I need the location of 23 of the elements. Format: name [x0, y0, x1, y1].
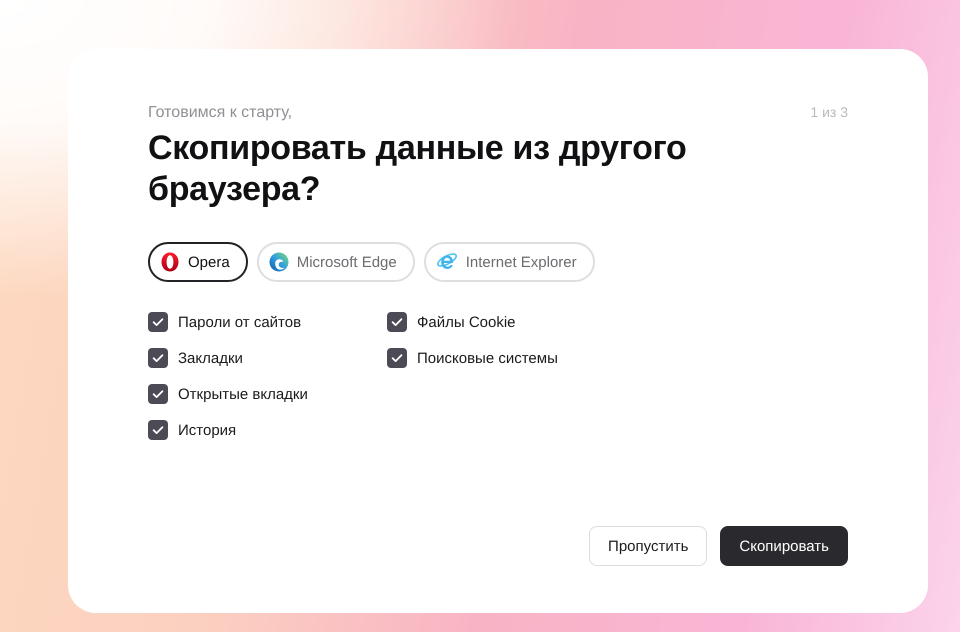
option-label: Открытые вкладки [178, 386, 308, 402]
option-label: Закладки [178, 350, 243, 366]
edge-icon [268, 252, 289, 272]
skip-button[interactable]: Пропустить [589, 526, 708, 566]
checkbox[interactable] [148, 420, 168, 440]
ie-logo-icon [436, 252, 458, 272]
copy-button[interactable]: Скопировать [720, 526, 848, 566]
browser-chip[interactable]: Internet Explorer [424, 242, 595, 282]
checkbox[interactable] [148, 348, 168, 368]
option-label: Поисковые системы [417, 350, 558, 366]
dialog-title: Скопировать данные из другого браузера? [148, 128, 688, 210]
option-label: Файлы Cookie [417, 314, 516, 330]
checkbox[interactable] [387, 348, 407, 368]
option-label: История [178, 422, 236, 438]
browser-chip[interactable]: Microsoft Edge [256, 242, 415, 282]
checkbox[interactable] [387, 312, 407, 332]
option-label: Пароли от сайтов [178, 314, 302, 330]
opera-icon [160, 252, 180, 272]
checkbox[interactable] [148, 312, 168, 332]
subtitle: Готовимся к старту, [148, 104, 292, 122]
checkbox[interactable] [148, 384, 168, 404]
step-counter: 1 из 3 [810, 104, 848, 120]
browser-chip[interactable]: Opera [148, 242, 248, 282]
